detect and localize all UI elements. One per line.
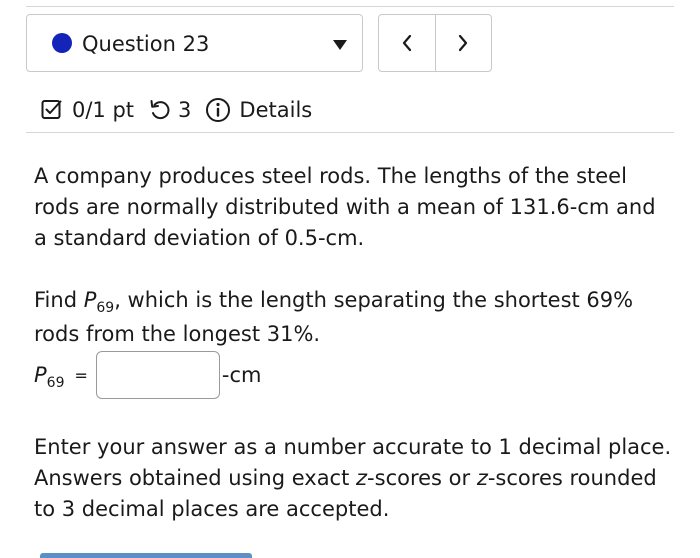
chevron-left-icon [402, 34, 411, 52]
attempts-count: 3 [178, 98, 192, 122]
problem-question: Find P69, which is the length separating… [34, 283, 674, 351]
answer-input[interactable] [95, 351, 220, 399]
z-symbol: z [476, 466, 488, 490]
question-label: Question 23 [82, 32, 210, 56]
answer-subscript: 69 [46, 375, 65, 391]
answer-row: P69 = -cm [34, 350, 262, 400]
answer-unit: -cm [221, 363, 262, 387]
retry-icon [150, 100, 170, 120]
question-nav [378, 14, 492, 72]
checkbox-edit-icon [41, 100, 62, 119]
submit-button-edge[interactable] [40, 553, 252, 558]
equals-sign: = [74, 365, 88, 385]
answer-variable-letter: P [34, 363, 47, 387]
answer-instructions: Enter your answer as a number accurate t… [34, 432, 674, 525]
top-divider [26, 6, 674, 7]
chevron-right-icon [459, 34, 468, 52]
status-dot-icon [52, 33, 72, 53]
z-symbol: z [356, 466, 368, 490]
percentile-subscript: 69 [96, 300, 115, 316]
next-question-button[interactable] [434, 15, 492, 71]
question-selector[interactable]: Question 23 [26, 14, 363, 72]
details-link[interactable]: Details [239, 98, 312, 122]
find-suffix: , which is the length separating the sho… [34, 288, 634, 346]
previous-question-button[interactable] [379, 15, 435, 71]
percentile-variable: P [83, 288, 97, 312]
score-text: 0/1 pt [72, 98, 135, 122]
problem-intro: A company produces steel rods. The lengt… [34, 164, 656, 250]
info-icon[interactable] [205, 97, 231, 123]
find-prefix: Find [34, 288, 84, 312]
question-meta: 0/1 pt 3 Details [40, 94, 312, 126]
caret-down-icon [333, 40, 347, 50]
answer-variable: P69 [34, 363, 65, 390]
section-divider [26, 132, 674, 133]
instructions-part-2: -scores or [367, 466, 477, 490]
